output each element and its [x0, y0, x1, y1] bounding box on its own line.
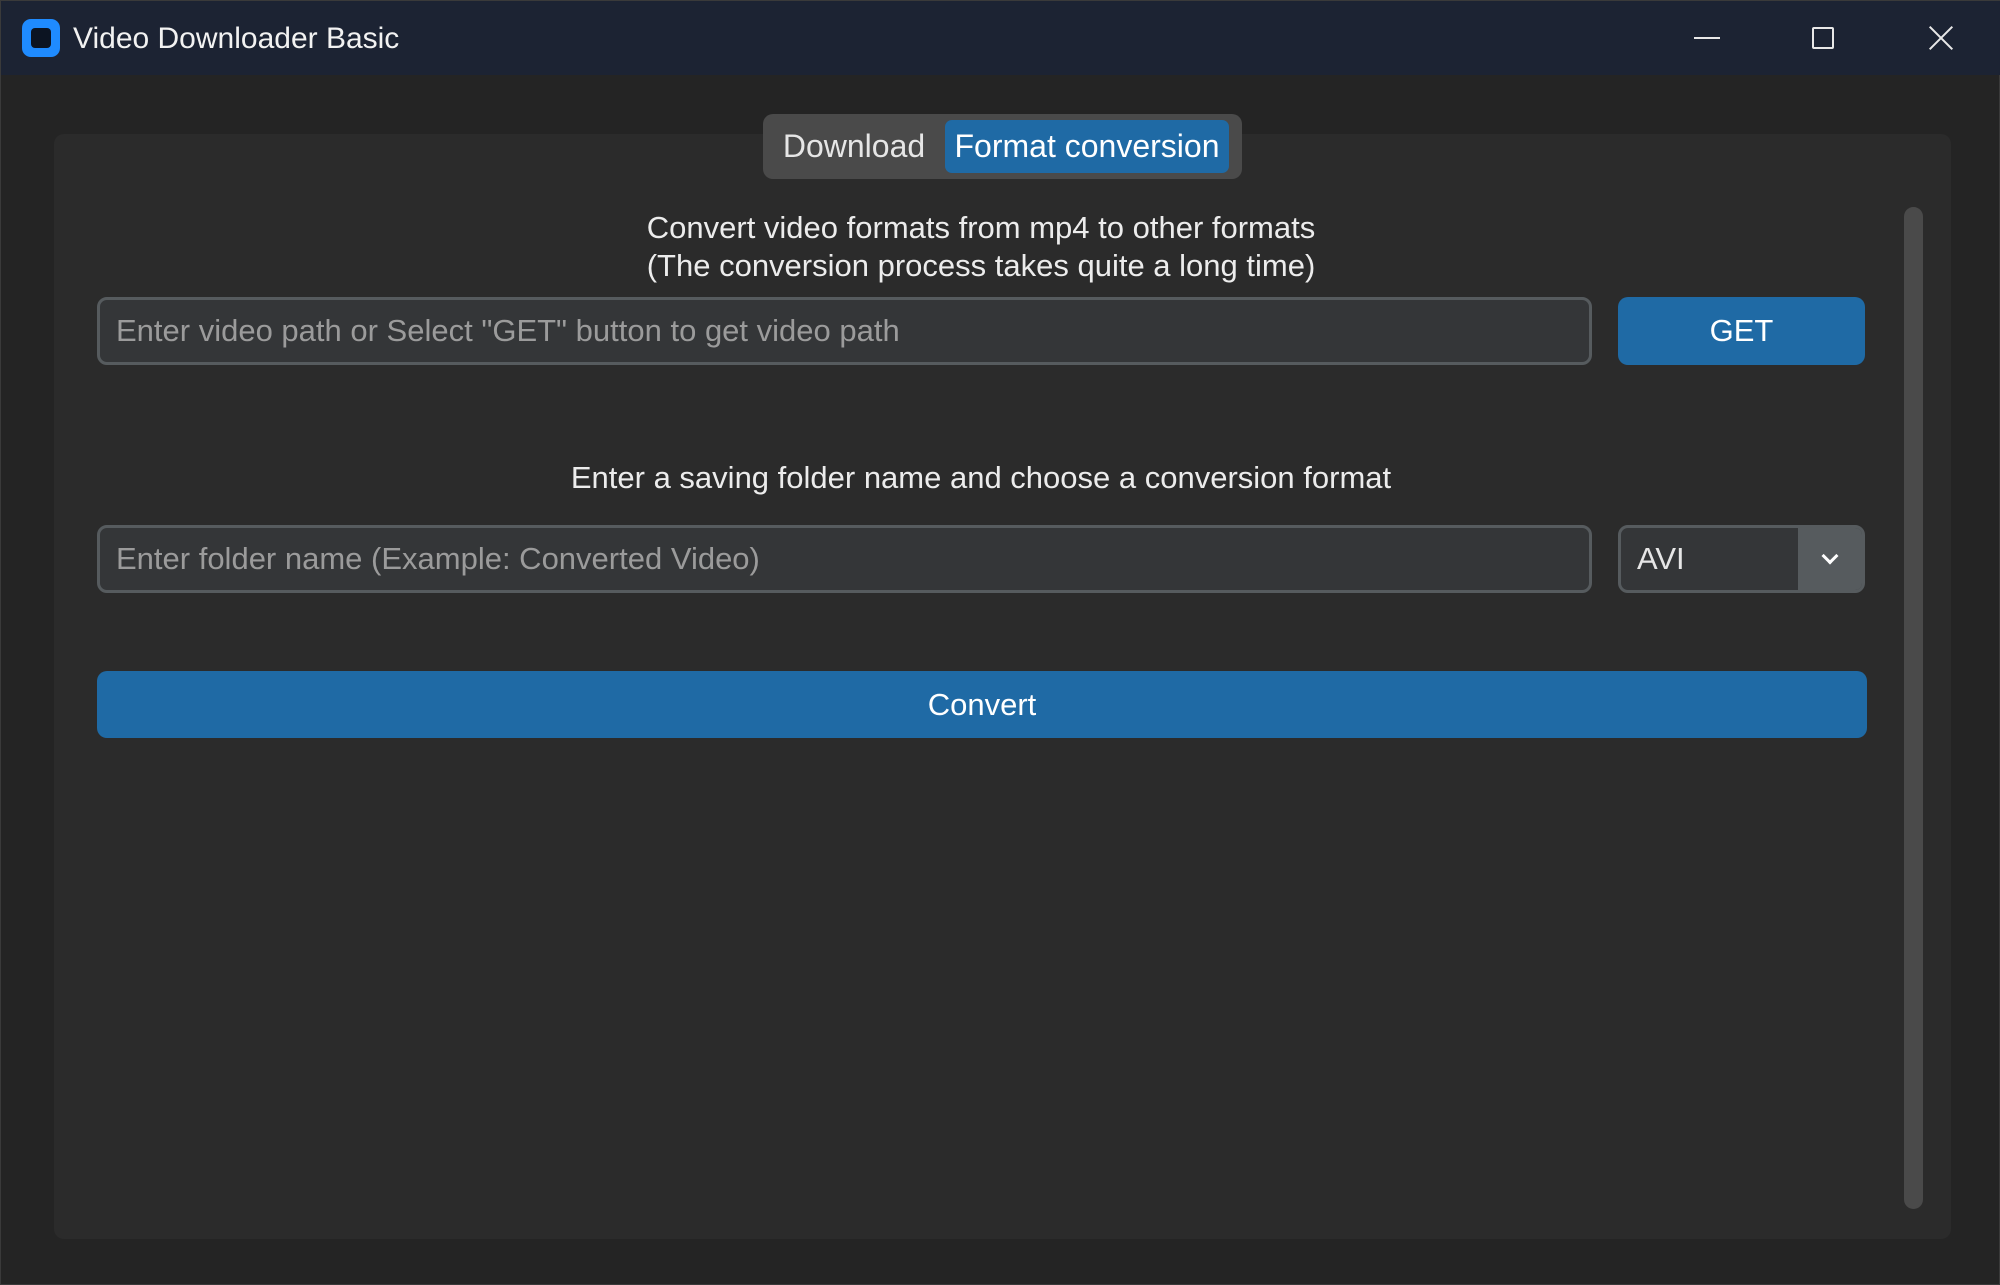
tab-selector: Download Format conversion	[763, 114, 1242, 179]
conversion-description: Convert video formats from mp4 to other …	[646, 210, 1316, 245]
format-dropdown-toggle[interactable]	[1798, 528, 1862, 590]
format-selected-value: AVI	[1637, 541, 1685, 576]
video-path-input[interactable]	[100, 300, 1589, 362]
app-logo-icon	[22, 19, 60, 57]
convert-button[interactable]: Convert	[97, 671, 1867, 738]
scrollbar[interactable]	[1904, 207, 1923, 1209]
chevron-down-icon	[1821, 547, 1839, 565]
close-icon	[1928, 25, 1954, 51]
get-button[interactable]: GET	[1618, 297, 1865, 365]
maximize-button[interactable]	[1773, 1, 1873, 75]
close-button[interactable]	[1891, 1, 1991, 75]
format-dropdown[interactable]: AVI	[1618, 525, 1865, 593]
app-window: Video Downloader Basic Download Format c…	[0, 0, 2000, 1285]
folder-name-field[interactable]	[97, 525, 1592, 593]
tab-format-conversion[interactable]: Format conversion	[945, 120, 1229, 173]
tab-download[interactable]: Download	[769, 120, 939, 173]
title-bar[interactable]: Video Downloader Basic	[1, 1, 2000, 75]
maximize-icon	[1812, 27, 1834, 49]
folder-name-input[interactable]	[100, 528, 1589, 590]
video-path-field[interactable]	[97, 297, 1592, 365]
minimize-icon	[1694, 37, 1720, 39]
folder-prompt: Enter a saving folder name and choose a …	[570, 460, 1392, 495]
minimize-button[interactable]	[1657, 1, 1757, 75]
conversion-time-note: (The conversion process takes quite a lo…	[646, 248, 1316, 283]
window-title: Video Downloader Basic	[73, 22, 400, 55]
